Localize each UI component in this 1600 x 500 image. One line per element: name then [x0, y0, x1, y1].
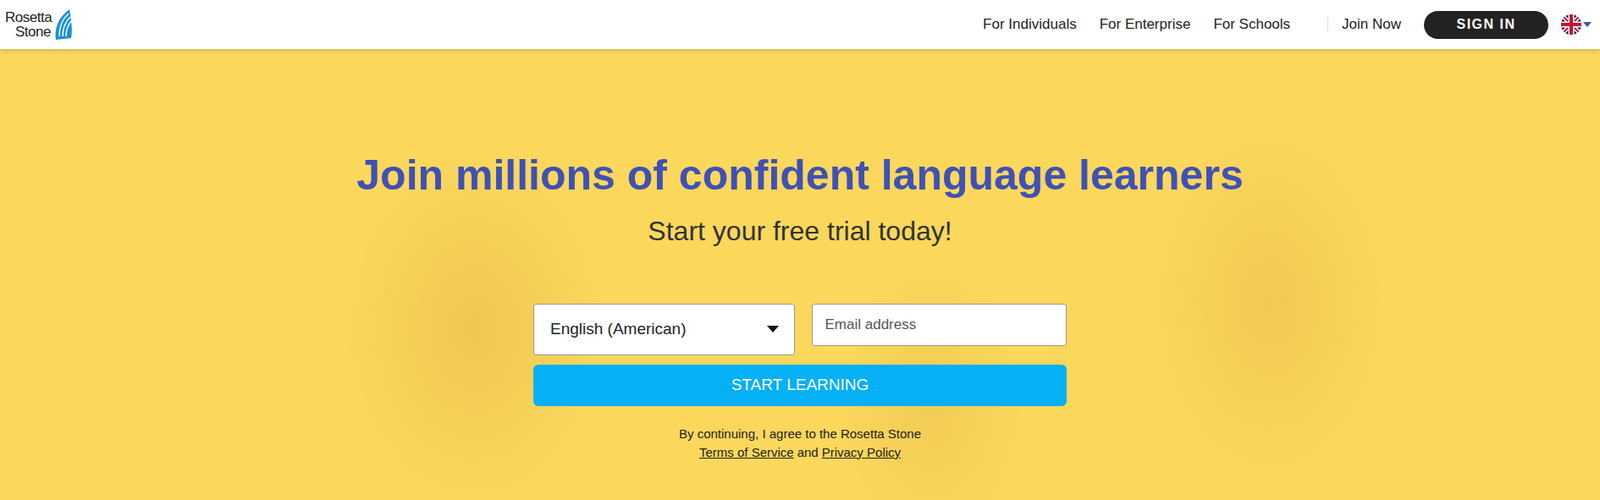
hero-subtitle: Start your free trial today! [647, 214, 952, 249]
start-learning-button[interactable]: START LEARNING [533, 364, 1067, 407]
sail-icon [52, 7, 75, 42]
hero: Join millions of confident language lear… [0, 49, 1600, 500]
legal-links: Terms of ServiceandPrivacy Policy [678, 443, 922, 463]
language-switch[interactable] [1561, 14, 1592, 35]
page: RosettaStone For Individuals For Enterpris… [0, 0, 1600, 500]
logo-line: Rosetta [5, 10, 52, 25]
nav-item[interactable]: For Individuals [982, 16, 1077, 34]
terms-link[interactable]: Terms of Service [699, 445, 795, 460]
nav: For Individuals For Enterprise For Schools… [982, 11, 1592, 39]
uk-flag-icon [1561, 14, 1582, 35]
sign-in-button[interactable]: SIGN IN [1423, 11, 1549, 39]
hero-content: Join millions of confident language lear… [0, 49, 1600, 463]
caret-down-icon [1583, 21, 1592, 28]
language-select[interactable]: English (American) [533, 303, 795, 356]
nav-item[interactable]: For Enterprise [1099, 16, 1192, 34]
and-text: and [797, 445, 819, 460]
hero-title: Join millions of confident language lear… [356, 148, 1243, 203]
privacy-link[interactable]: Privacy Policy [822, 445, 901, 460]
join-link[interactable]: Join Now [1341, 16, 1402, 34]
logo-text: RosettaStone [5, 10, 52, 39]
logo-line: Stone [5, 24, 52, 39]
nav-item[interactable]: For Schools [1213, 16, 1291, 34]
language-value: English (American) [550, 320, 687, 339]
dropdown-arrow-icon [766, 325, 779, 333]
signup-form: English (American) START LEARNING [533, 303, 1067, 407]
email-input[interactable] [811, 303, 1068, 347]
logo[interactable]: RosettaStone [5, 7, 75, 42]
header: RosettaStone For Individuals For Enterpris… [0, 0, 1600, 50]
legal-line: By continuing, I agree to the Rosetta St… [678, 424, 922, 444]
legal-text: By continuing, I agree to the Rosetta St… [678, 424, 922, 463]
nav-divider [1327, 16, 1329, 33]
form-row: English (American) [533, 303, 1067, 356]
